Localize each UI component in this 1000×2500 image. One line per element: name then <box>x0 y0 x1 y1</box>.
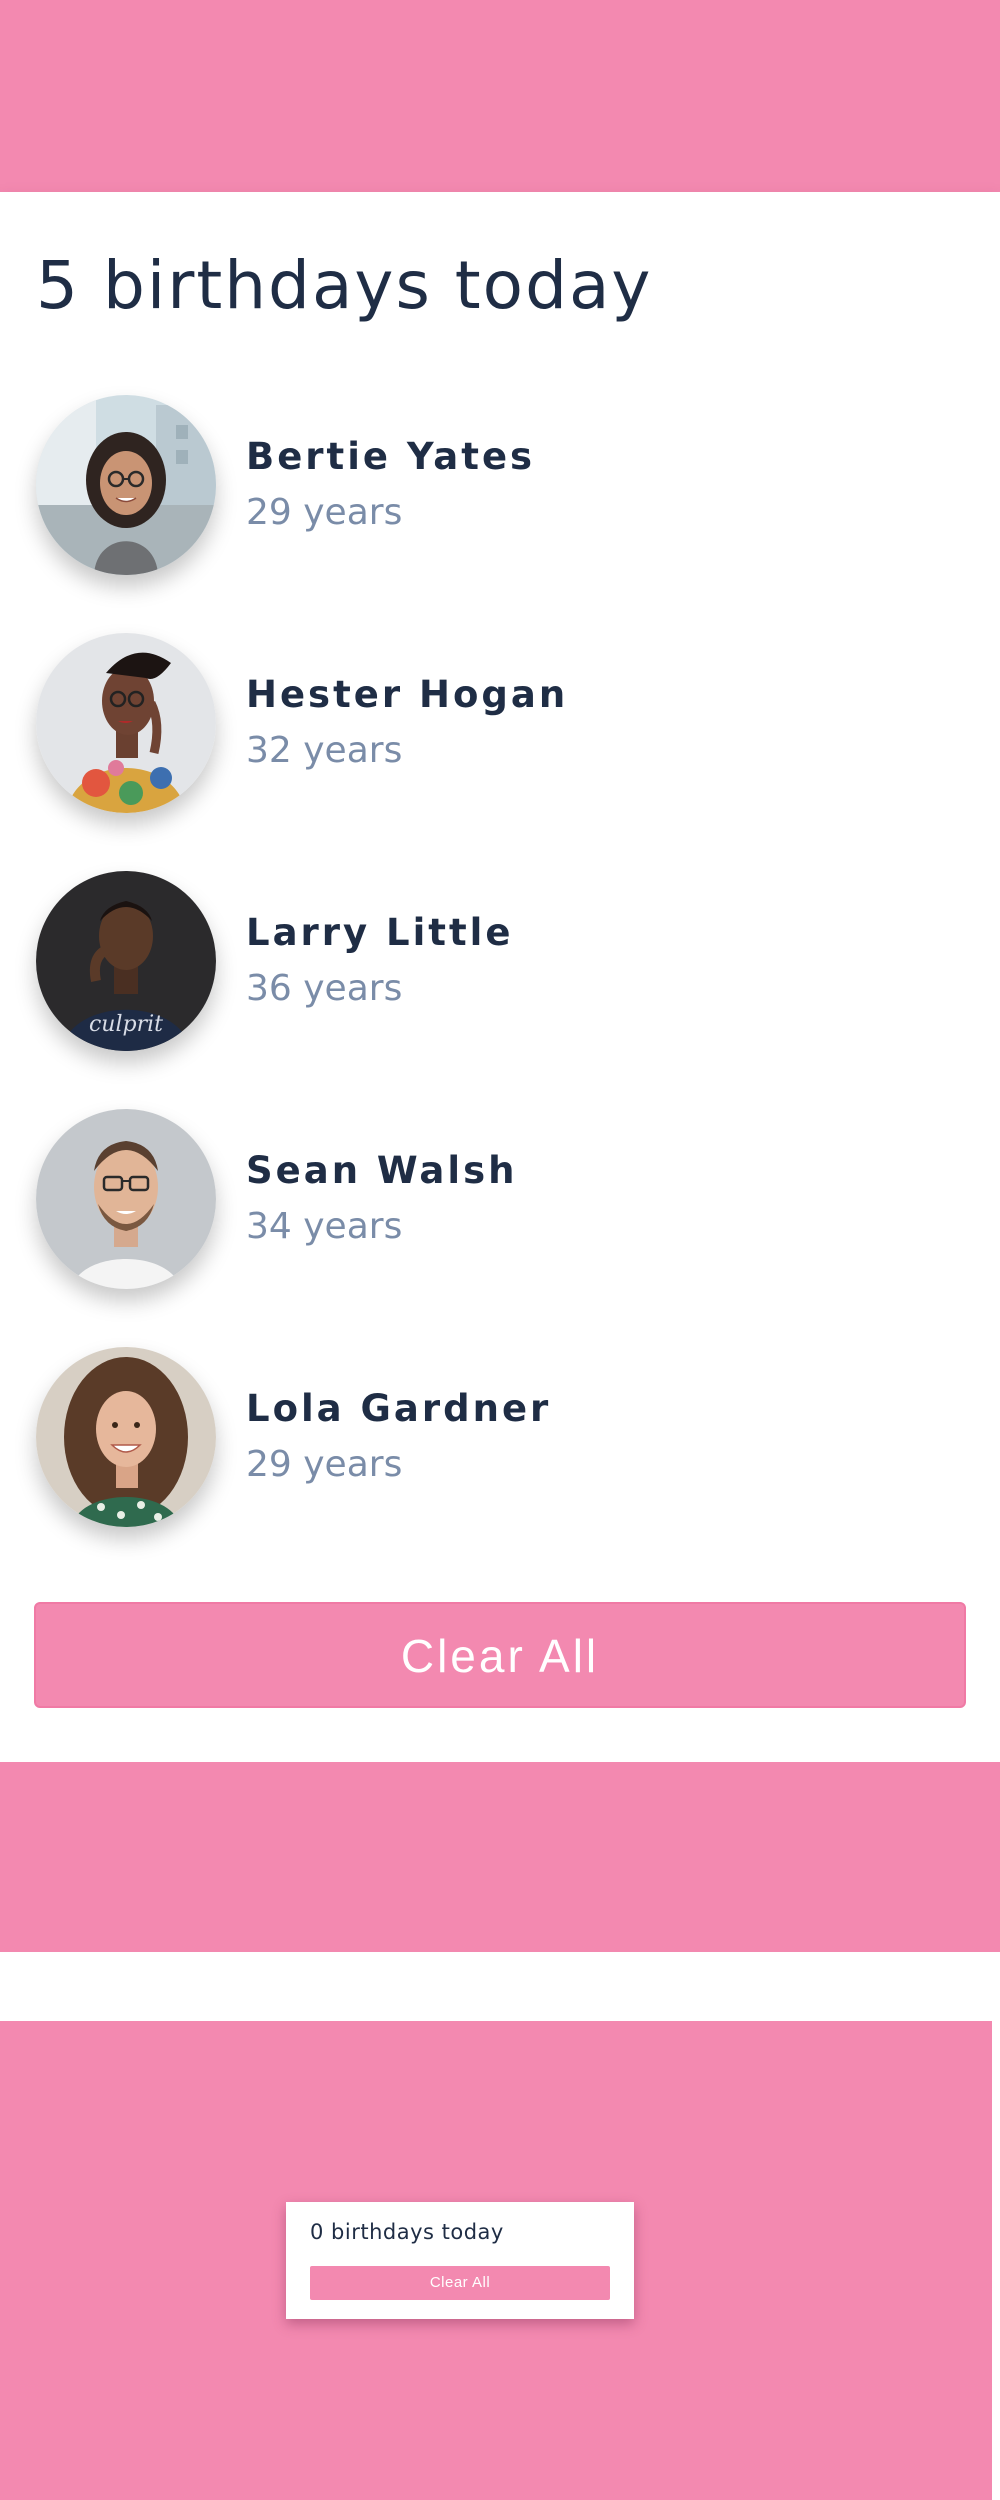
top-pink-band <box>0 0 1000 192</box>
empty-birthday-card: 0 birthdays today Clear All <box>286 2202 634 2319</box>
birthday-count-title: 5 birthdays today <box>36 247 653 324</box>
person-age: 34 years <box>246 1206 403 1247</box>
birthday-card: 5 birthdays today Bertie Yates 29 years <box>0 192 1000 1762</box>
person-item: Hester Hogan 32 years <box>36 633 936 813</box>
avatar: culprit <box>36 871 216 1051</box>
person-age: 32 years <box>246 730 403 771</box>
empty-state-panel: 0 birthdays today Clear All <box>0 2021 992 2500</box>
person-age: 29 years <box>246 1444 403 1485</box>
person-age: 36 years <box>246 968 403 1009</box>
person-item: Lola Gardner 29 years <box>36 1347 936 1527</box>
svg-text:culprit: culprit <box>89 1012 163 1037</box>
person-item: Bertie Yates 29 years <box>36 395 936 575</box>
avatar <box>36 1347 216 1527</box>
person-name: Bertie Yates <box>246 435 536 478</box>
avatar <box>36 1109 216 1289</box>
avatar <box>36 395 216 575</box>
person-item: Sean Walsh 34 years <box>36 1109 936 1289</box>
person-name: Larry Little <box>246 911 514 954</box>
middle-pink-band <box>0 1762 1000 1952</box>
person-name: Hester Hogan <box>246 673 569 716</box>
person-name: Sean Walsh <box>246 1149 518 1192</box>
clear-all-button[interactable]: Clear All <box>34 1602 966 1708</box>
empty-birthday-title: 0 birthdays today <box>310 2220 504 2244</box>
person-age: 29 years <box>246 492 403 533</box>
person-name: Lola Gardner <box>246 1387 552 1430</box>
empty-clear-all-button[interactable]: Clear All <box>310 2266 610 2300</box>
avatar <box>36 633 216 813</box>
person-item: culprit Larry Little 36 years <box>36 871 936 1051</box>
